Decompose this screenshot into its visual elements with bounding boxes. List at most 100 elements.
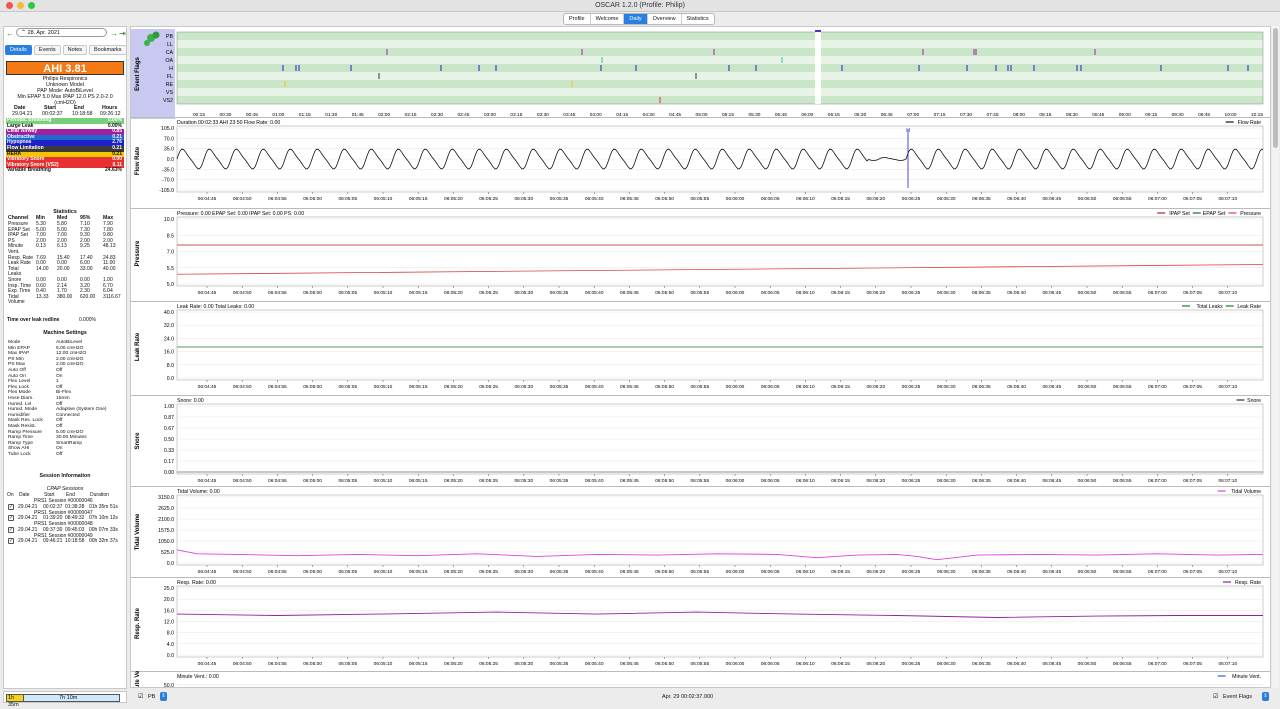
chart-resp-rate[interactable]: Resp. Rate Resp. Rate: 0.00 Resp. Rate 25.0… (131, 577, 1271, 670)
x-tick-label: 06:05:20 (444, 569, 463, 575)
event-flags-dropdown-icon[interactable]: ⇕ (1262, 692, 1269, 701)
subtab-bookmarks[interactable]: Bookmarks (89, 45, 126, 55)
x-tick-label: 06:07:10 (1218, 661, 1237, 667)
chart-leak-rate[interactable]: Leak Rate Leak Rate: 0.00 Total Leaks: 0.… (131, 301, 1271, 393)
tab-overview[interactable]: Overview (648, 14, 682, 24)
y-tick-label: 40.0 (164, 310, 174, 316)
x-tick-label: 06:04:50 (233, 661, 252, 667)
flags-selection-window[interactable] (815, 32, 821, 104)
x-tick-label: 06:05:40 (585, 569, 604, 575)
x-tick-label: 06:05:00 (303, 478, 322, 484)
chart-snore[interactable]: Snore Snore: 0.00 Snore 1.00 0.87 0.67 0.50 0.3… (131, 395, 1271, 487)
chart-header: Duration 00:02:33 AHI 23:50 Flow Rate: 0… (177, 120, 280, 126)
last-day-arrow-icon[interactable]: ⇥ (119, 29, 126, 38)
chart-legend-label: Tidal Volume (1231, 489, 1261, 495)
chart-flow-rate[interactable]: Flow Rate Duration 00:02:33 AHI 23:50 Flo… (131, 117, 1271, 205)
y-tick-label: 1050.0 (158, 539, 174, 545)
subtab-details[interactable]: Details (5, 45, 32, 55)
tab-welcome[interactable]: Welcome (591, 14, 625, 24)
y-tick-label: 16.0 (164, 608, 174, 614)
x-tick-label: 06:06:20 (866, 661, 885, 667)
x-tick-label: 06:06:05 (761, 196, 780, 202)
stats-value: 33.00 (80, 265, 93, 272)
tab-daily[interactable]: Daily (624, 14, 648, 24)
calendar-toggle-icon[interactable]: ⌃ (21, 30, 26, 36)
y-tick-label: 8.0 (167, 631, 174, 637)
graph-area: Event Flags PB LL CA OA H FL RE VS VS2 00:15 00:30 0… (130, 26, 1271, 688)
x-tick-label: 06:04:55 (268, 478, 287, 484)
flag-row (177, 48, 1263, 56)
x-tick-label: 06:06:35 (972, 661, 991, 667)
session-checkbox[interactable]: ✓ (8, 538, 14, 545)
x-tick-label: 06:06:55 (1113, 196, 1132, 202)
subtab-events[interactable]: Events (33, 45, 61, 55)
session-checkbox[interactable]: ✓ (8, 526, 14, 533)
stats-value: 6.13 (57, 243, 67, 250)
y-tick-label: -105.0 (159, 188, 174, 194)
x-tick-label: 06:05:30 (514, 478, 533, 484)
tab-profile[interactable]: Profile (564, 14, 591, 24)
x-tick-label: 06:07:10 (1218, 384, 1237, 390)
flag-row (177, 40, 1263, 48)
chart-tidal-volume[interactable]: Tidal Volume Tidal Volume: 0.00 Tidal Volu… (131, 486, 1271, 578)
y-tick-label: 3150.0 (158, 495, 174, 501)
y-tick-label: 10.0 (164, 217, 174, 223)
next-day-arrow-icon[interactable]: → (110, 29, 118, 38)
x-tick-label: 06:05:35 (550, 196, 569, 202)
timebar-segment-a[interactable]: 1h 35m (7, 695, 24, 708)
x-tick-label: 06:06:50 (1078, 661, 1097, 667)
chart-header: Leak Rate: 0.00 Total Leaks: 0.00 (177, 304, 254, 310)
x-tick-label: 06:05:15 (409, 478, 428, 484)
date-picker[interactable]: ⌃ 28. Apr. 2021 (16, 28, 107, 37)
x-tick-label: 06:05:35 (550, 478, 569, 484)
event-row[interactable]: Variable Breathing 24.63% (6, 168, 124, 174)
x-tick-label: 06:07:10 (1218, 478, 1237, 484)
event-flags-checkbox[interactable]: ☑ (1213, 693, 1218, 700)
timebar-segment-b[interactable]: 7h 10m (59, 695, 77, 702)
graph-scrollbar[interactable] (1272, 26, 1279, 688)
x-tick-label: 06:05:20 (444, 384, 463, 390)
subtab-notes[interactable]: Notes (62, 45, 88, 55)
event-flags-chart[interactable]: Event FlagsPBLLCAOAHFLREVSVS200:15 00:30 0… (131, 29, 1271, 119)
scrollbar-thumb[interactable] (1273, 28, 1278, 148)
x-tick-label: 06:06:40 (1007, 196, 1026, 202)
x-tick-label: 06:05:40 (585, 478, 604, 484)
y-tick-label: 16.0 (164, 350, 174, 356)
x-tick-label: 06:06:45 (1042, 196, 1061, 202)
pb-layer-dropdown-icon[interactable]: ⇕ (160, 692, 167, 701)
x-tick-label: 06:05:45 (620, 290, 639, 296)
x-tick-label: 06:05:25 (479, 290, 498, 296)
x-tick-label: 06:06:35 (972, 290, 991, 296)
x-tick-label: 06:07:00 (1148, 661, 1167, 667)
session-timebar[interactable]: 1h 35m 7h 10m (6, 694, 120, 708)
x-tick-label: 06:05:50 (655, 661, 674, 667)
y-tick-label: 4.0 (167, 642, 174, 648)
y-tick-label: 5.5 (167, 266, 174, 272)
x-tick-label: 06:06:00 (726, 569, 745, 575)
tab-statistics[interactable]: Statistics (682, 14, 714, 24)
x-tick-label: 06:06:45 (1042, 569, 1061, 575)
y-tick-label: 20.0 (164, 597, 174, 603)
chart-y-label: Tidal Volume (135, 513, 141, 550)
chart-minute-vent-[interactable]: Minute Vent. Minute Vent.: 0.00 Minute Ven… (131, 671, 1271, 688)
y-tick-label: 0.87 (164, 415, 174, 421)
previous-day-arrow-icon[interactable]: ← (6, 29, 14, 38)
x-tick-label: 06:04:50 (233, 196, 252, 202)
x-tick-label: 06:05:10 (374, 384, 393, 390)
y-tick-label: 12.0 (164, 620, 174, 626)
session-checkbox[interactable]: ✓ (8, 503, 14, 510)
x-tick-label: 06:05:10 (374, 290, 393, 296)
session-checkbox[interactable]: ✓ (8, 515, 14, 522)
x-tick-label: 06:06:10 (796, 478, 815, 484)
chart-pressure[interactable]: Pressure Pressure: 0.00 EPAP Set: 0.00 IP… (131, 208, 1271, 299)
session-summary-value: 10:18:58 (72, 111, 93, 117)
flag-row-label: H (169, 66, 173, 72)
pressure-line (176, 264, 1264, 275)
stats-channel-cont: Volume (8, 299, 25, 306)
x-tick-label: 06:06:40 (1007, 384, 1026, 390)
x-tick-label: 06:06:15 (831, 384, 850, 390)
x-tick-label: 06:06:55 (1113, 478, 1132, 484)
pb-layer-checkbox[interactable]: ☑ (138, 693, 143, 700)
flag-row-label: PB (166, 34, 174, 40)
flags-selection-handle[interactable] (815, 30, 821, 32)
